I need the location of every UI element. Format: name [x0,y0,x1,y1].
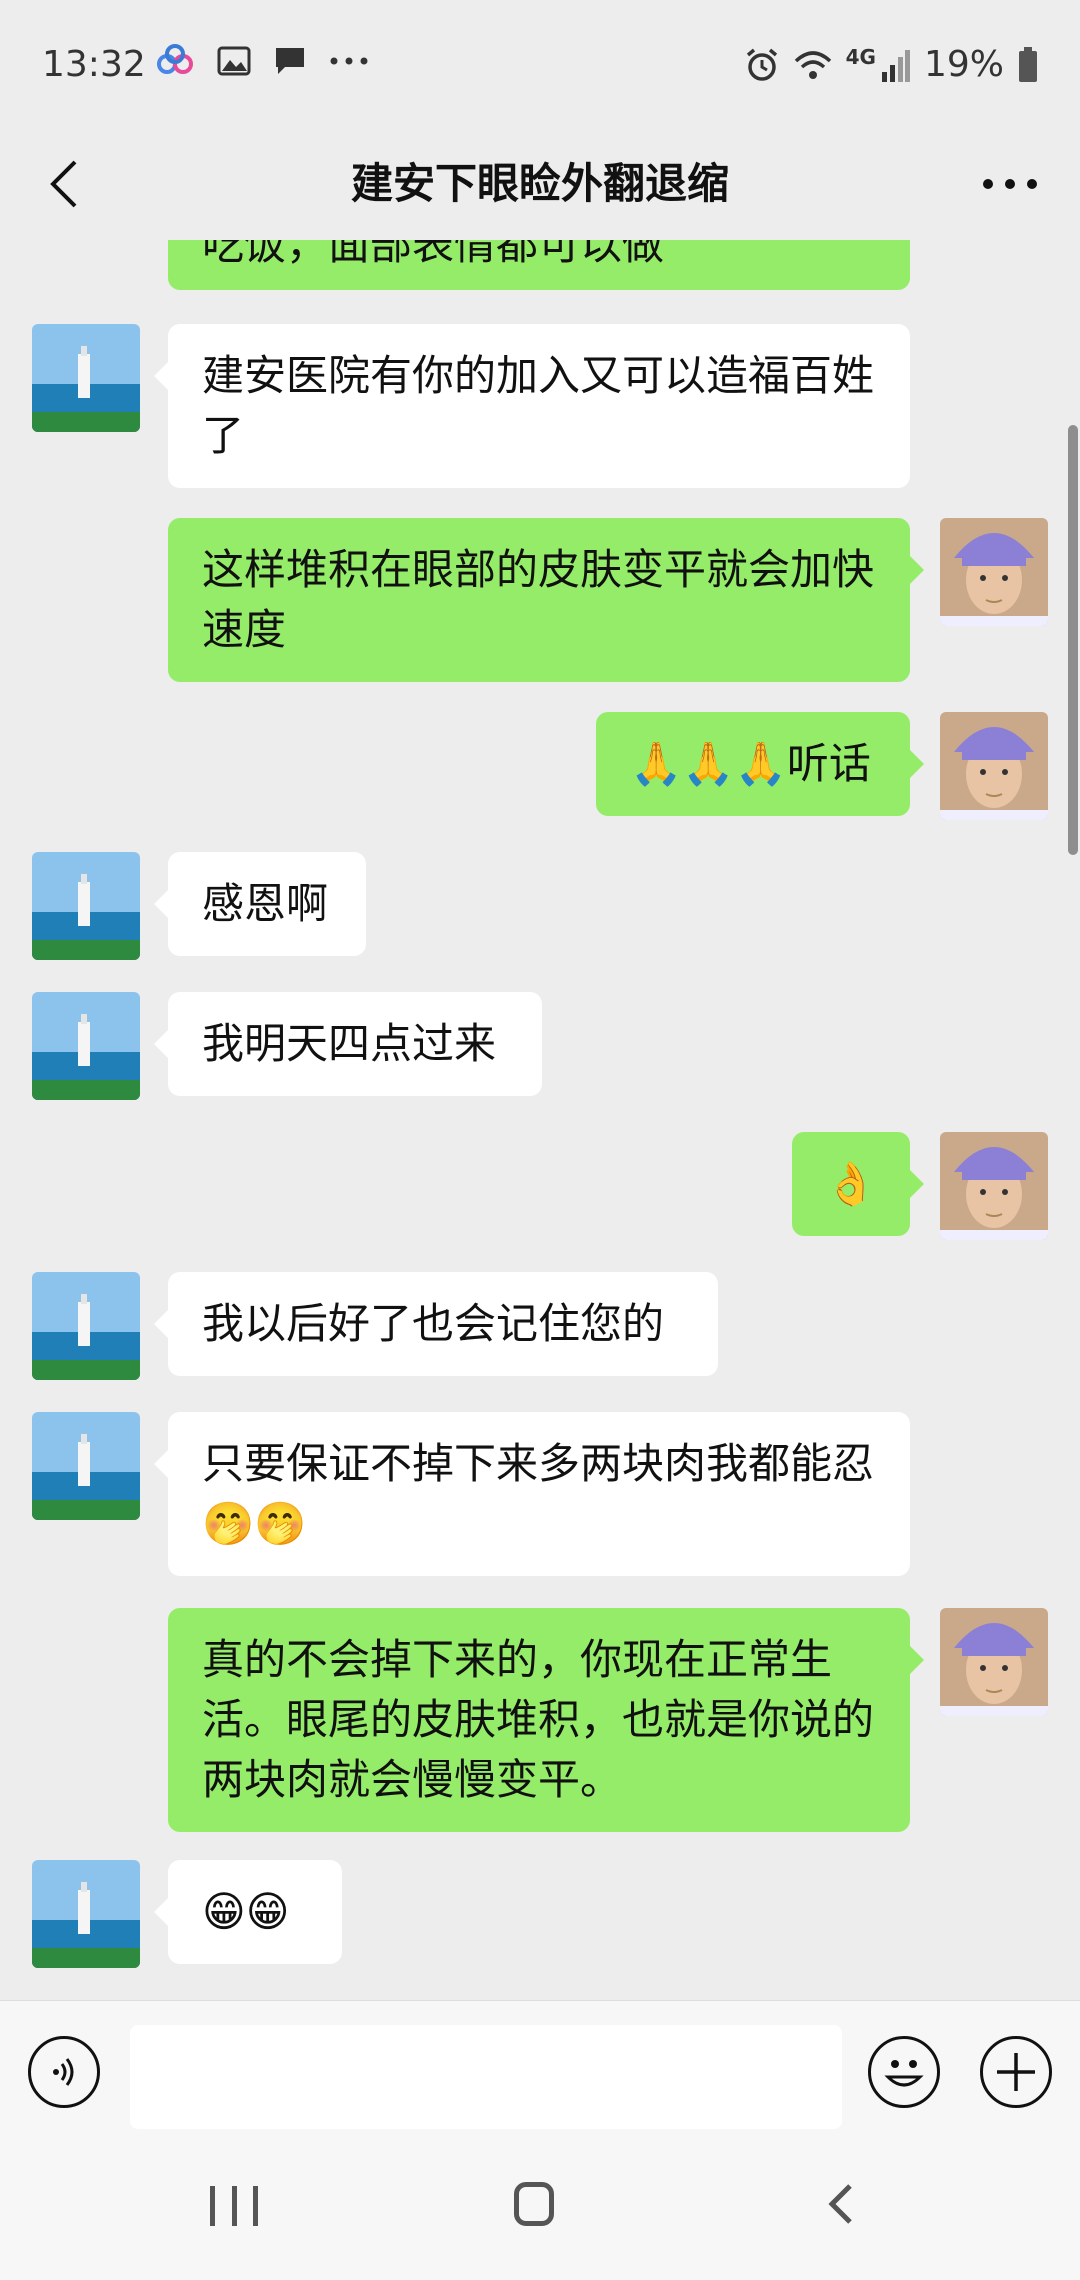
chat-header: 建安下眼睑外翻退缩 [0,130,1080,240]
message-bubble-incoming[interactable]: 😁😁 [154,1860,342,1964]
status-time: 13:32 [42,44,146,85]
nav-back-icon[interactable] [818,2180,866,2228]
cloud-icon [157,44,193,74]
status-bar: 13:32 4G 19% [0,0,1080,130]
message-bubble-incoming[interactable]: 感恩啊 [154,852,366,956]
input-bar [0,2000,1080,2141]
message-bubble-outgoing[interactable]: 吃饭，面部表情都可以做 [168,240,910,290]
message-bubble-outgoing[interactable]: 真的不会掉下来的，你现在正常生活。眼尾的皮肤堆积，也就是你说的两块肉就会慢慢变平… [168,1608,924,1832]
contact-avatar[interactable] [32,992,140,1100]
voice-input-button[interactable] [28,2036,100,2108]
more-options-button[interactable] [970,148,1050,220]
home-button[interactable] [514,2182,554,2226]
user-avatar[interactable] [940,712,1048,820]
more-dots-icon [983,179,1037,189]
plus-icon [997,2053,1035,2091]
more-dots-icon [330,57,368,65]
message-bubble-outgoing[interactable]: 🙏🙏🙏听话 [596,712,924,816]
user-avatar[interactable] [940,1608,1048,1716]
emoji-button[interactable] [868,2036,940,2108]
chat-title: 建安下眼睑外翻退缩 [350,159,729,208]
contact-avatar[interactable] [32,852,140,960]
contact-avatar[interactable] [32,1272,140,1380]
battery-icon [1019,46,1037,82]
contact-avatar[interactable] [32,1860,140,1968]
more-actions-button[interactable] [980,2036,1052,2108]
system-nav-bar [0,2140,1080,2280]
alarm-icon [746,48,777,81]
message-bubble-outgoing[interactable]: 这样堆积在眼部的皮肤变平就会加快速度 [168,518,924,682]
message-bubble-incoming[interactable]: 建安医院有你的加入又可以造福百姓了 [154,324,910,488]
message-list[interactable]: 吃饭，面部表情都可以做 建安医院有你的加入又可以造福百姓了 这样堆积在眼部的皮肤… [0,240,1080,2000]
signal-icon [881,49,910,82]
message-bubble-incoming[interactable]: 我明天四点过来 [154,992,542,1096]
battery-percent: 19% [923,44,1004,85]
voice-icon [53,2058,74,2086]
message-bubble-outgoing[interactable]: 👌 [792,1132,924,1236]
message-bubble-incoming[interactable]: 只要保证不掉下来多两块肉我都能忍🤭🤭 [154,1412,910,1576]
message-input[interactable] [130,2025,842,2129]
chat-scrollbar[interactable] [1068,425,1078,855]
image-icon [217,46,251,76]
wifi-icon [794,50,831,79]
message-bubble-incoming[interactable]: 我以后好了也会记住您的 [154,1272,718,1376]
message-icon [276,48,304,74]
smiley-icon [884,2060,924,2087]
contact-avatar[interactable] [32,324,140,432]
contact-avatar[interactable] [32,1412,140,1520]
recent-apps-button[interactable] [210,2182,258,2230]
network-type: 4G [845,44,876,69]
user-avatar[interactable] [940,1132,1048,1240]
user-avatar[interactable] [940,518,1048,626]
